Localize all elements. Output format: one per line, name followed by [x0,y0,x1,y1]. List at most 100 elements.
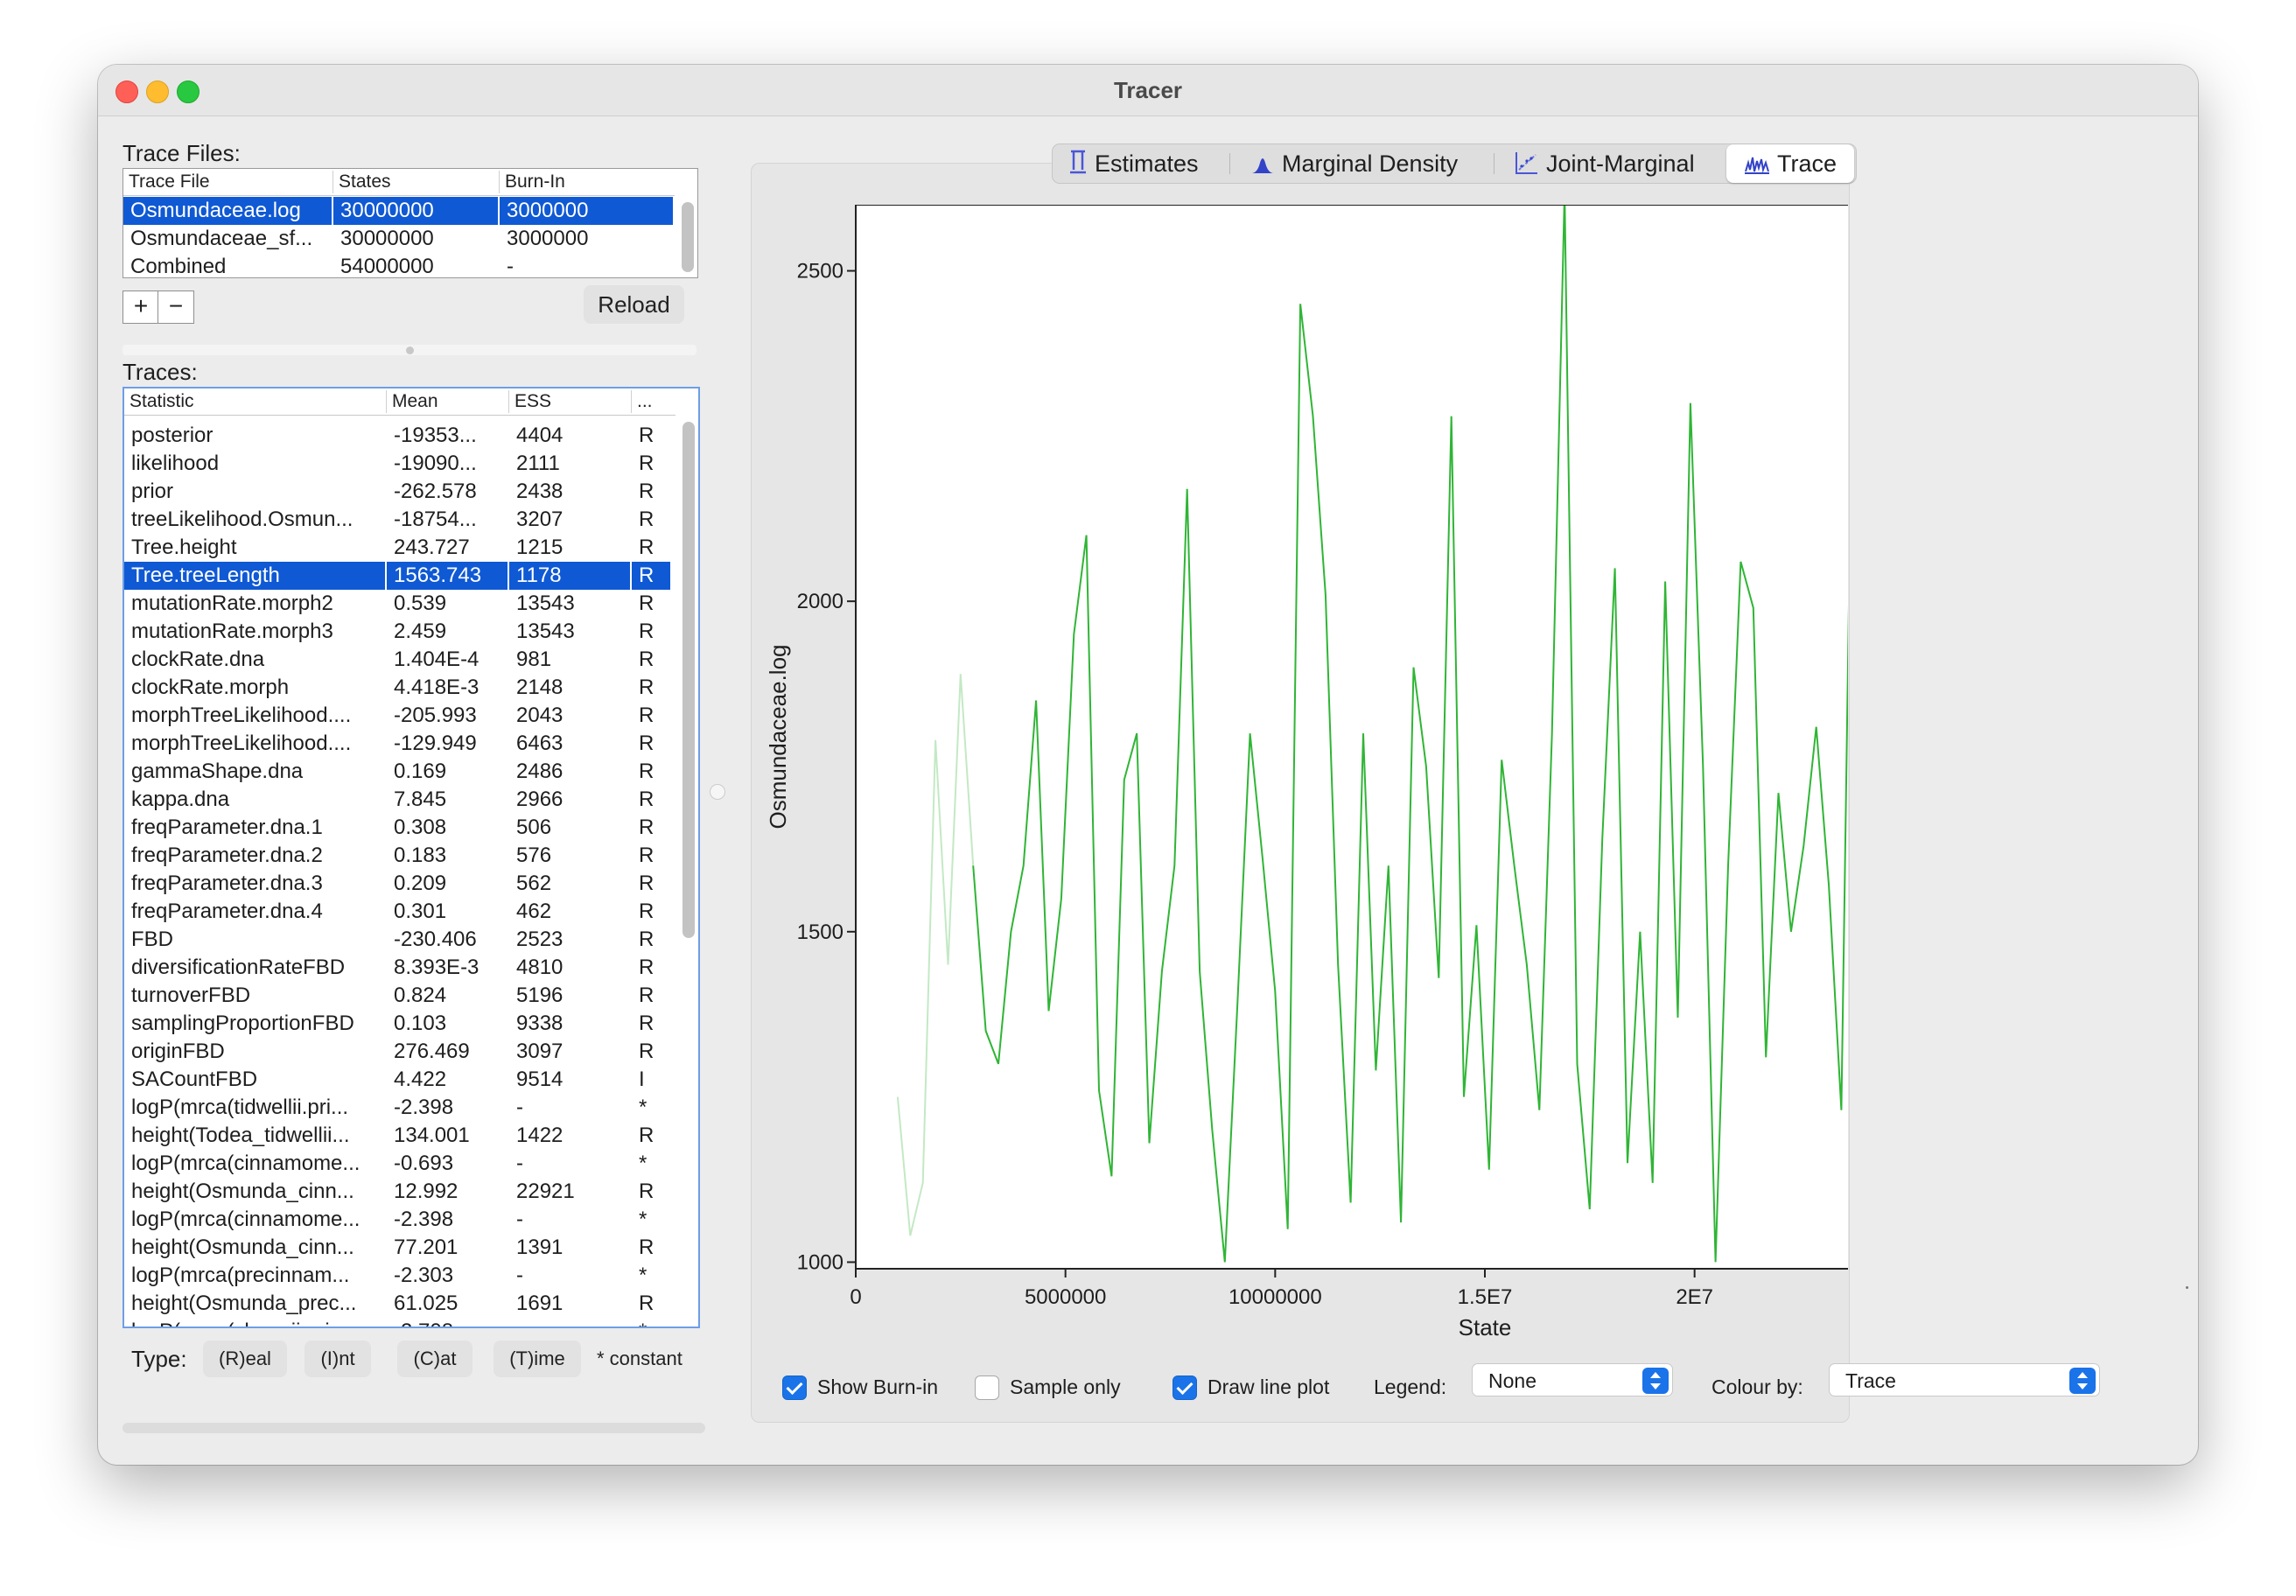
trace-cell-type: R [639,732,654,755]
trace-row[interactable]: morphTreeLikelihood.... -129.949 6463 R [124,730,676,758]
trace-cell-type: R [639,424,654,447]
trace-cell-mean: 0.301 [394,900,447,923]
trace-cell-ess: 4810 [516,956,564,979]
trace-row[interactable]: clockRate.dna 1.404E-4 981 R [124,646,676,674]
trace-row[interactable]: freqParameter.dna.3 0.209 562 R [124,870,676,898]
trace-cell-stat: SACountFBD [131,1068,258,1091]
trace-row[interactable]: morphTreeLikelihood.... -205.993 2043 R [124,702,676,730]
traces-scrollbar[interactable] [682,422,695,938]
tab-estimates[interactable]: Estimates [1068,144,1199,183]
trace-file-cell-file: Osmundaceae_sf... [130,227,313,250]
trace-cell-type: * [639,1264,648,1287]
trace-row[interactable]: turnoverFBD 0.824 5196 R [124,982,676,1010]
trace-row[interactable]: clockRate.morph 4.418E-3 2148 R [124,674,676,702]
column-header-type[interactable]: ... [632,390,676,413]
trace-file-row[interactable]: Osmundaceae_sf... 30000000 3000000 [123,225,675,253]
trace-row[interactable]: samplingProportionFBD 0.103 9338 R [124,1010,676,1038]
trace-cell-stat: treeLikelihood.Osmun... [131,508,354,531]
trace-cell-ess: 1178 [509,562,632,590]
trace-file-row[interactable]: Combined 54000000 - [123,253,675,281]
column-header-trace-file[interactable]: Trace File [123,171,333,193]
trace-row[interactable]: treeLikelihood.Osmun... -18754... 3207 R [124,506,676,534]
trace-row[interactable]: likelihood -19090... 2111 R [124,450,676,478]
time-type-button[interactable]: (T)ime [494,1340,581,1377]
legend-select[interactable]: None [1472,1363,1673,1396]
trace-files-label: Trace Files: [122,140,241,166]
trace-row[interactable]: logP(mrca(precinnam... -2.303 - * [124,1262,676,1290]
trace-file-row[interactable]: Osmundaceae.log 30000000 3000000 [123,197,675,225]
tab-marginal-density[interactable]: Marginal Density [1250,144,1458,183]
column-header-burn-in[interactable]: Burn-In [500,171,675,193]
trace-cell-stat: freqParameter.dna.2 [131,844,323,867]
remove-trace-file-button[interactable]: − [158,290,194,324]
y-tick-label: 1000 [797,1250,844,1274]
joint-marginal-icon [1516,152,1537,174]
x-tick-label: 0 [850,1285,861,1309]
trace-row[interactable]: freqParameter.dna.1 0.308 506 R [124,814,676,842]
trace-row[interactable]: logP(mrca(tidwellii.pri... -2.398 - * [124,1094,676,1122]
trace-files-scrollbar[interactable] [682,202,694,272]
trace-row[interactable]: diversificationRateFBD 8.393E-3 4810 R [124,954,676,982]
trace-cell-mean: -2.398 [394,1208,454,1231]
int-type-button[interactable]: (I)nt [304,1340,371,1377]
trace-file-cell-file: Combined [130,255,227,278]
column-header-states[interactable]: States [333,171,500,193]
trace-row[interactable]: Tree.height 243.727 1215 R [124,534,676,562]
trace-row[interactable]: height(Osmunda_cinn... 12.992 22921 R [124,1178,676,1206]
trace-row[interactable]: Tree.treeLength 1563.743 1178 R [124,562,676,590]
trace-cell-stat: originFBD [131,1040,225,1063]
trace-row[interactable]: FBD -230.406 2523 R [124,926,676,954]
trace-row[interactable]: logP(mrca(cinnamome... -0.693 - * [124,1150,676,1178]
trace-file-cell-burnin: - [507,255,514,278]
trace-cell-mean: -19090... [394,452,477,475]
trace-row[interactable]: mutationRate.morph2 0.539 13543 R [124,590,676,618]
trace-row[interactable]: height(Osmunda_cinn... 77.201 1391 R [124,1234,676,1262]
sample-only-checkbox[interactable] [975,1376,999,1400]
trace-row[interactable]: posterior -19353... 4404 R [124,422,676,450]
sample-only-label: Sample only [1010,1376,1121,1398]
real-type-button[interactable]: (R)eal [203,1340,287,1377]
trace-row[interactable]: gammaShape.dna 0.169 2486 R [124,758,676,786]
reload-button[interactable]: Reload [584,285,684,324]
trace-row[interactable]: prior -262.578 2438 R [124,478,676,506]
trace-row[interactable]: logP(mrca(cinnamome... -2.398 - * [124,1206,676,1234]
left-panel-horizontal-scrollbar[interactable] [122,1423,705,1433]
trace-row[interactable]: freqParameter.dna.2 0.183 576 R [124,842,676,870]
trace-cell-stat: freqParameter.dna.1 [131,816,323,839]
trace-row[interactable]: kappa.dna 7.845 2966 R [124,786,676,814]
trace-files-table[interactable]: Trace File States Burn-In Osmundaceae.lo… [122,168,698,278]
add-trace-file-button[interactable]: + [122,290,159,324]
trace-row[interactable]: height(Todea_tidwellii... 134.001 1422 R [124,1122,676,1150]
trace-row[interactable]: logP(mrca(shengii.prio...-2.708-* [124,1318,676,1326]
column-header-statistic[interactable]: Statistic [124,390,387,413]
trace-cell-type: R [639,1040,654,1063]
trace-cell-type: R [639,1292,654,1315]
trace-file-cell-burnin: 3000000 [507,227,589,250]
trace-row[interactable]: mutationRate.morph3 2.459 13543 R [124,618,676,646]
trace-cell-ess: 2966 [516,788,564,811]
trace-cell-type: R [639,648,654,671]
cat-type-button[interactable]: (C)at [397,1340,472,1377]
trace-plot[interactable]: 05000000100000001.5E72E72.5E73E710001500… [751,205,1848,1360]
trace-row[interactable]: height(Osmunda_prec... 61.025 1691 R [124,1290,676,1318]
trace-row[interactable]: SACountFBD 4.422 9514 I [124,1066,676,1094]
column-header-mean[interactable]: Mean [387,390,509,413]
tab-trace[interactable]: Trace [1726,144,1854,183]
trace-cell-type: I [639,1068,645,1091]
trace-cell-type: R [639,872,654,895]
trace-file-cell-burnin: 3000000 [500,197,675,225]
trace-row[interactable]: freqParameter.dna.4 0.301 462 R [124,898,676,926]
panel-divider-handle-icon[interactable] [710,784,725,800]
column-header-ess[interactable]: ESS [509,390,632,413]
tracer-window: Tracer Trace Files: Trace File States Bu… [98,65,2198,1465]
trace-cell-stat: logP(mrca(tidwellii.pri... [131,1096,349,1119]
traces-table[interactable]: Statistic Mean ESS ... posterior -19353..… [122,387,700,1328]
trace-cell-type: R [639,592,654,615]
trace-icon [1744,157,1769,174]
colour-by-select[interactable]: Trace [1829,1363,2100,1396]
draw-line-plot-checkbox[interactable] [1172,1376,1197,1400]
tab-joint-marginal[interactable]: Joint-Marginal [1515,144,1695,183]
show-burn-in-checkbox[interactable] [782,1376,807,1400]
trace-row[interactable]: originFBD 276.469 3097 R [124,1038,676,1066]
trace-cell-ess: 22921 [516,1180,575,1203]
